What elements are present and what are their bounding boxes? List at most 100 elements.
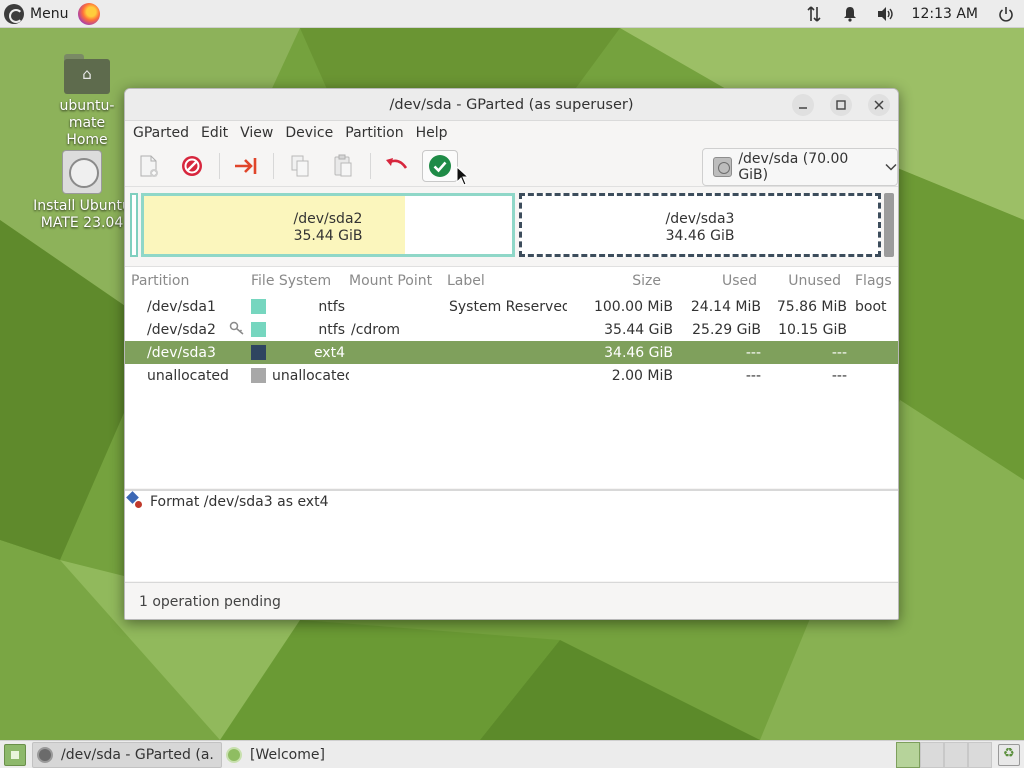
cell-filesystem: ext4	[249, 345, 349, 361]
bottom-panel: /dev/sda - GParted (a... [Welcome]	[0, 740, 1024, 768]
taskbar-item-gparted[interactable]: /dev/sda - GParted (a...	[32, 741, 222, 768]
key-mounted-icon	[229, 321, 245, 338]
show-desktop-button[interactable]	[4, 743, 26, 766]
new-partition-button[interactable]	[131, 150, 167, 182]
status-text: 1 operation pending	[139, 593, 281, 610]
cell-filesystem-text: ntfs	[318, 321, 345, 338]
cell-filesystem: ntfs	[249, 299, 349, 315]
taskbar-item-welcome-label: [Welcome]	[250, 746, 325, 763]
desktop-icon-home-caption: ubuntu-mate Home	[59, 98, 115, 148]
workspace-2[interactable]	[920, 741, 944, 768]
cell-flags: boot	[855, 298, 887, 315]
toolbar: /dev/sda (70.00 GiB)	[125, 145, 898, 187]
device-selector[interactable]: /dev/sda (70.00 GiB)	[702, 148, 898, 186]
cell-used: ---	[745, 367, 761, 384]
chevron-down-icon	[885, 160, 897, 174]
partition-map-sda3-name: /dev/sda3	[665, 211, 735, 227]
paste-button[interactable]	[325, 150, 361, 182]
cell-filesystem: ntfs	[249, 322, 349, 338]
copy-button[interactable]	[282, 150, 318, 182]
power-icon[interactable]	[995, 3, 1017, 25]
pending-operations-pane: Format /dev/sda3 as ext4	[125, 489, 898, 581]
maximize-button[interactable]	[830, 94, 852, 116]
taskbar-item-gparted-label: /dev/sda - GParted (a...	[61, 746, 213, 763]
menu-device[interactable]: Device	[279, 125, 339, 141]
toolbar-separator	[219, 152, 220, 179]
menubar: GParted Edit View Device Partition Help	[125, 121, 898, 145]
format-operation-icon	[126, 491, 146, 511]
undo-button[interactable]	[379, 150, 415, 182]
close-button[interactable]	[868, 94, 890, 116]
cell-partition: /dev/sda1	[147, 298, 216, 315]
cell-filesystem-text: ext4	[313, 344, 345, 361]
mate-logo-icon	[4, 3, 24, 24]
cell-partition: /dev/sda3	[147, 344, 216, 361]
resize-move-icon	[235, 157, 257, 174]
col-header-label[interactable]: Label	[447, 273, 567, 289]
col-header-used[interactable]: Used	[677, 273, 763, 289]
cell-unused: ---	[831, 344, 847, 361]
workspace-3[interactable]	[944, 741, 968, 768]
cell-filesystem: unallocated	[249, 368, 349, 384]
firefox-launcher-icon[interactable]	[78, 2, 101, 25]
operation-text: Format /dev/sda3 as ext4	[150, 494, 329, 510]
menu-gparted[interactable]: GParted	[127, 125, 195, 141]
table-row[interactable]: /dev/sda1 ntfs System Reserved 100.00 Mi…	[125, 295, 898, 318]
cell-unused: 10.15 GiB	[778, 321, 847, 338]
partition-table: Partition File System Mount Point Label …	[125, 266, 898, 488]
new-partition-icon	[140, 155, 158, 177]
fs-color-swatch	[251, 322, 266, 337]
apply-button[interactable]	[422, 149, 458, 182]
menu-partition[interactable]: Partition	[339, 125, 409, 141]
col-header-unused[interactable]: Unused	[763, 273, 849, 289]
workspace-4[interactable]	[968, 741, 992, 768]
partition-map-sda1[interactable]	[130, 193, 138, 257]
table-row[interactable]: /dev/sda2 ntfs /cdrom 35.44 GiB 25.29 Gi…	[125, 318, 898, 341]
main-menu-button[interactable]: Menu	[0, 0, 74, 28]
col-header-flags[interactable]: Flags	[849, 273, 898, 289]
clock[interactable]: 12:13 AM	[912, 6, 978, 22]
window-titlebar[interactable]: /dev/sda - GParted (as superuser)	[125, 89, 898, 121]
paste-icon	[334, 154, 352, 176]
menu-edit[interactable]: Edit	[195, 125, 234, 141]
partition-map: /dev/sda2 35.44 GiB /dev/sda3 34.46 GiB	[125, 187, 898, 261]
col-header-mountpoint[interactable]: Mount Point	[349, 273, 447, 289]
trash-icon[interactable]	[998, 743, 1020, 766]
home-folder-icon: ⌂	[64, 54, 110, 94]
operation-item[interactable]: Format /dev/sda3 as ext4	[125, 491, 898, 513]
cell-size: 2.00 MiB	[611, 367, 673, 384]
menu-view[interactable]: View	[234, 125, 279, 141]
partition-map-sda2[interactable]: /dev/sda2 35.44 GiB	[141, 193, 515, 257]
gparted-window: /dev/sda - GParted (as superuser) GParte…	[124, 88, 899, 620]
close-icon	[874, 100, 884, 110]
taskbar-item-welcome[interactable]: [Welcome]	[222, 742, 333, 768]
table-row[interactable]: unallocated unallocated 2.00 MiB --- ---	[125, 364, 898, 387]
fs-color-swatch	[251, 299, 266, 314]
volume-icon[interactable]	[875, 3, 897, 25]
partition-map-scrollbar[interactable]	[884, 193, 894, 257]
network-icon[interactable]	[803, 3, 825, 25]
cell-unused: ---	[831, 367, 847, 384]
cell-label: System Reserved	[449, 298, 567, 315]
menu-help[interactable]: Help	[410, 125, 454, 141]
resize-move-button[interactable]	[228, 150, 264, 182]
cell-size: 100.00 MiB	[593, 298, 673, 315]
delete-icon	[182, 155, 202, 176]
minimize-icon	[799, 107, 807, 109]
minimize-button[interactable]	[792, 94, 814, 116]
notification-bell-icon[interactable]	[839, 3, 861, 25]
delete-partition-button[interactable]	[174, 150, 210, 182]
main-menu-label: Menu	[30, 5, 69, 22]
partition-map-sda3[interactable]: /dev/sda3 34.46 GiB	[519, 193, 881, 257]
window-title: /dev/sda - GParted (as superuser)	[389, 96, 634, 113]
partition-map-sda3-size: 34.46 GiB	[665, 228, 735, 244]
toolbar-separator	[273, 152, 274, 179]
desktop-icon-install-caption: Install Ubuntu MATE 23.04	[33, 198, 131, 231]
col-header-size[interactable]: Size	[567, 273, 677, 289]
table-row-selected[interactable]: /dev/sda3 ext4 34.46 GiB --- ---	[125, 341, 898, 364]
col-header-filesystem[interactable]: File System	[249, 273, 349, 289]
col-header-partition[interactable]: Partition	[125, 273, 249, 289]
gparted-task-icon	[37, 746, 53, 763]
workspace-1[interactable]	[896, 741, 920, 768]
top-panel: Menu 12:13 AM	[0, 0, 1024, 28]
